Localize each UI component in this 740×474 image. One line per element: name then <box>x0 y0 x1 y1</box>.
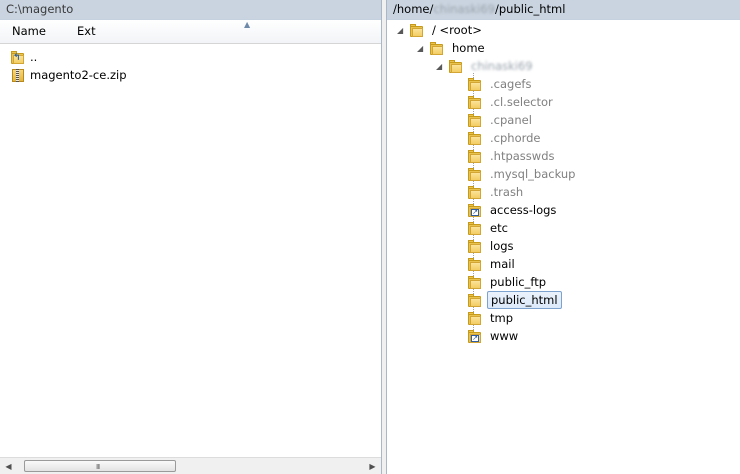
remote-folder-tree: ◢ / <root> ◢ home ◢ chinaski69 .cagefs .… <box>387 20 740 474</box>
remote-path-suffix: /public_html <box>494 2 566 16</box>
column-header: Name Ext ▲ <box>0 20 381 44</box>
list-item-label: magento2-ce.zip <box>30 68 127 82</box>
expander-icon[interactable]: ◢ <box>417 44 427 53</box>
expander-icon[interactable]: ◢ <box>397 26 407 35</box>
up-folder-icon: ↰ <box>10 50 26 64</box>
tree-node-mail[interactable]: mail <box>467 255 518 273</box>
tree-node-label: .trash <box>490 185 524 199</box>
scroll-left-arrow-icon[interactable]: ◀ <box>2 460 15 473</box>
tree-node-htpasswds[interactable]: .htpasswds <box>467 147 557 165</box>
tree-node-cagefs[interactable]: .cagefs <box>467 75 534 93</box>
folder-icon <box>409 23 425 37</box>
folder-icon <box>467 311 483 325</box>
tree-node-label: .cagefs <box>490 77 532 91</box>
tree-node-logs[interactable]: logs <box>467 237 517 255</box>
column-name-header[interactable]: Name <box>12 24 46 38</box>
local-pane: C:\magento Name Ext ▲ ↰ .. magento2-ce.z… <box>0 0 382 474</box>
folder-icon <box>467 149 483 163</box>
tree-node-trash[interactable]: .trash <box>467 183 526 201</box>
tree-node-label: mail <box>490 257 515 271</box>
horizontal-scrollbar[interactable]: ◀ III ▶ <box>0 457 381 474</box>
list-item[interactable]: magento2-ce.zip <box>0 66 381 84</box>
list-item-label: .. <box>30 50 38 64</box>
tree-node-user[interactable]: ◢ chinaski69 <box>436 57 536 75</box>
list-item[interactable]: ↰ .. <box>0 48 381 66</box>
folder-icon <box>467 275 483 289</box>
remote-path-prefix: /home/ <box>393 2 434 16</box>
remote-path-user: chinaski69 <box>433 2 495 16</box>
folder-shortcut-icon: ↗ <box>467 203 483 217</box>
tree-node-cl-selector[interactable]: .cl.selector <box>467 93 556 111</box>
folder-icon <box>429 41 445 55</box>
folder-icon <box>448 59 464 73</box>
scrollbar-grip-icon: III <box>96 463 100 471</box>
tree-node-label: .mysql_backup <box>490 167 576 181</box>
local-file-list: ↰ .. magento2-ce.zip <box>0 44 381 84</box>
tree-node-label: www <box>490 329 519 343</box>
folder-icon <box>467 239 483 253</box>
tree-node-home[interactable]: ◢ home <box>417 39 488 57</box>
remote-pane: /home/chinaski69/public_html ◢ / <root> … <box>386 0 740 474</box>
tree-node-label: chinaski69 <box>471 59 533 73</box>
folder-icon <box>467 131 483 145</box>
local-path-text: C:\magento <box>6 2 74 16</box>
folder-icon <box>467 77 483 91</box>
tree-node-label: .cpanel <box>490 113 532 127</box>
tree-node-cpanel[interactable]: .cpanel <box>467 111 535 129</box>
tree-node-label: .cphorde <box>490 131 541 145</box>
tree-node-access-logs[interactable]: ↗ access-logs <box>467 201 559 219</box>
tree-node-public-ftp[interactable]: public_ftp <box>467 273 549 291</box>
folder-icon <box>467 167 483 181</box>
folder-icon <box>467 293 483 307</box>
tree-node-public-html[interactable]: public_html <box>467 291 562 309</box>
tree-node-label: access-logs <box>490 203 557 217</box>
tree-node-cphorde[interactable]: .cphorde <box>467 129 544 147</box>
tree-node-label: logs <box>490 239 514 253</box>
tree-node-label: .cl.selector <box>490 95 553 109</box>
scrollbar-thumb[interactable]: III <box>24 460 176 472</box>
folder-icon <box>467 257 483 271</box>
tree-node-label: public_html <box>487 291 562 309</box>
tree-node-etc[interactable]: etc <box>467 219 511 237</box>
tree-node-root[interactable]: ◢ / <root> <box>397 21 485 39</box>
scroll-right-arrow-icon[interactable]: ▶ <box>366 460 379 473</box>
folder-icon <box>467 95 483 109</box>
expander-icon[interactable]: ◢ <box>436 62 446 71</box>
tree-node-label: tmp <box>490 311 514 325</box>
tree-node-tmp[interactable]: tmp <box>467 309 516 327</box>
column-ext-header[interactable]: Ext <box>77 24 96 38</box>
folder-icon <box>467 113 483 127</box>
tree-node-label: .htpasswds <box>490 149 555 163</box>
zip-file-icon <box>10 67 26 83</box>
folder-icon <box>467 221 483 235</box>
tree-node-label: public_ftp <box>490 275 547 289</box>
folder-icon <box>467 185 483 199</box>
tree-node-label: home <box>452 41 485 55</box>
tree-node-mysql-backup[interactable]: .mysql_backup <box>467 165 578 183</box>
sort-ascending-icon: ▲ <box>244 20 251 29</box>
folder-shortcut-icon: ↗ <box>467 329 483 343</box>
tree-node-www[interactable]: ↗ www <box>467 327 521 345</box>
local-path-bar[interactable]: C:\magento <box>0 0 381 20</box>
remote-path-bar[interactable]: /home/chinaski69/public_html <box>387 0 740 20</box>
tree-node-label: / <root> <box>432 23 482 37</box>
tree-node-label: etc <box>490 221 508 235</box>
